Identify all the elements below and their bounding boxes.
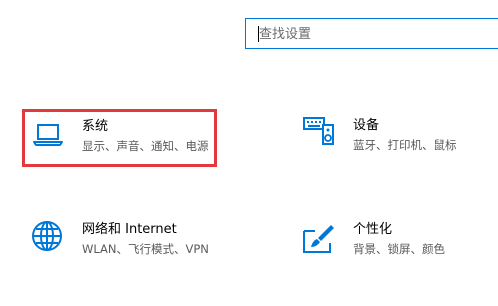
keyboard-speaker-icon — [301, 112, 335, 146]
tile-devices-subtitle: 蓝牙、打印机、鼠标 — [353, 138, 457, 152]
tile-personalization-subtitle: 背景、锁屏、颜色 — [353, 242, 445, 256]
tile-network[interactable]: 网络和 Internet WLAN、飞行模式、VPN — [22, 214, 232, 272]
settings-home: 查找设置 系统 显示、声音、通知、电源 设备 蓝牙、打印机、鼠标 网络和 Int… — [0, 0, 498, 306]
tile-system[interactable]: 系统 显示、声音、通知、电源 — [22, 109, 217, 167]
tile-personalization[interactable]: 个性化 背景、锁屏、颜色 — [298, 214, 493, 272]
tile-network-title: 网络和 Internet — [82, 222, 177, 237]
search-placeholder: 查找设置 — [259, 27, 312, 42]
tile-personalization-title: 个性化 — [353, 222, 393, 237]
search-input[interactable]: 查找设置 — [245, 18, 498, 49]
tile-network-subtitle: WLAN、飞行模式、VPN — [82, 242, 209, 256]
paint-tablet-icon — [301, 221, 335, 255]
tile-system-subtitle: 显示、声音、通知、电源 — [82, 139, 209, 153]
tile-devices-title: 设备 — [353, 118, 380, 133]
globe-icon — [30, 219, 64, 253]
laptop-icon — [31, 117, 65, 151]
tile-system-title: 系统 — [82, 119, 109, 134]
tile-devices[interactable]: 设备 蓝牙、打印机、鼠标 — [298, 109, 493, 167]
